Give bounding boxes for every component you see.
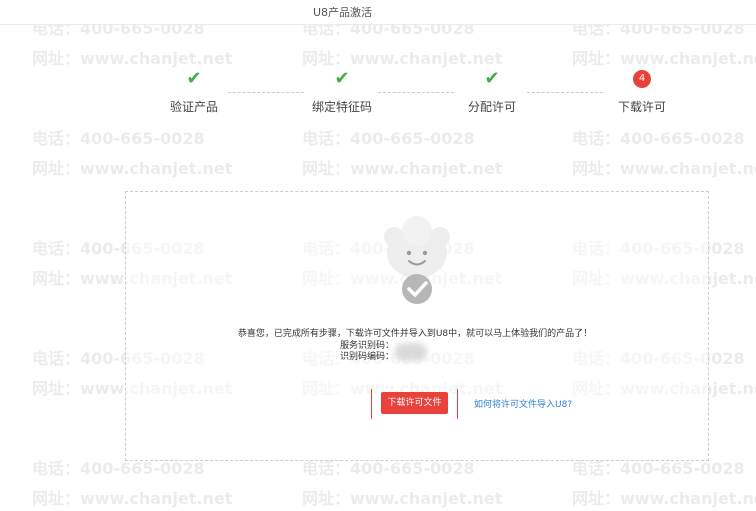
watermark-phone: 电话：400-665-0028	[572, 129, 745, 148]
service-id-label: 服务识别码：	[340, 341, 395, 351]
watermark-site: 网址：www.chanjet.net	[32, 489, 233, 508]
success-message: 恭喜您，已完成所有步骤，下载许可文件并导入到U8中，就可以马上体验我们的产品了！	[237, 329, 593, 339]
divider-line	[371, 389, 372, 419]
watermark-site: 网址：www.chanjet.net	[572, 159, 756, 178]
step-bind-feature-code: ✔ 绑定特征码	[297, 70, 387, 115]
step-download-license: 4 下载许可	[597, 70, 687, 115]
watermark-phone: 电话：400-665-0028	[302, 459, 475, 478]
watermark-site: 网址：www.chanjet.net	[302, 49, 503, 68]
check-icon: ✔	[484, 68, 500, 89]
divider-line	[457, 389, 458, 419]
header-bar: U8产品激活	[0, 0, 756, 25]
step-label: 分配许可	[467, 100, 516, 114]
watermark-site: 网址：www.chanjet.net	[302, 489, 503, 508]
step-verify-product: ✔ 验证产品	[149, 70, 239, 115]
watermark-site: 网址：www.chanjet.net	[302, 159, 503, 178]
step-number-badge: 4	[633, 70, 651, 88]
watermark-phone: 电话：400-665-0028	[32, 129, 205, 148]
download-license-button[interactable]: 下载许可文件	[381, 392, 448, 414]
watermark-phone: 电话：400-665-0028	[302, 129, 475, 148]
check-icon: ✔	[334, 68, 350, 89]
watermark-site: 网址：www.chanjet.net	[572, 489, 756, 508]
check-icon: ✔	[186, 68, 202, 89]
watermark-site: 网址：www.chanjet.net	[32, 49, 233, 68]
redacted-value	[395, 343, 427, 361]
progress-steps: ✔ 验证产品 ✔ 绑定特征码 ✔ 分配许可 4 下载许可	[0, 70, 756, 120]
customer-id-label: 识别码编码：	[340, 352, 395, 362]
step-label: 绑定特征码	[311, 100, 372, 114]
check-circle-icon	[402, 274, 432, 304]
import-help-link[interactable]: 如何将许可文件导入U8?	[474, 397, 572, 410]
page-title: U8产品激活	[313, 6, 373, 19]
step-label: 验证产品	[169, 100, 218, 114]
mascot-illustration	[384, 216, 450, 304]
watermark-site: 网址：www.chanjet.net	[32, 159, 233, 178]
identification-info: 服务识别码： 识别码编码：	[340, 341, 394, 363]
watermark-phone: 电话：400-665-0028	[32, 459, 205, 478]
step-assign-license: ✔ 分配许可	[447, 70, 537, 115]
watermark-site: 网址：www.chanjet.net	[572, 49, 756, 68]
step-label: 下载许可	[617, 100, 666, 114]
watermark-phone: 电话：400-665-0028	[572, 459, 745, 478]
